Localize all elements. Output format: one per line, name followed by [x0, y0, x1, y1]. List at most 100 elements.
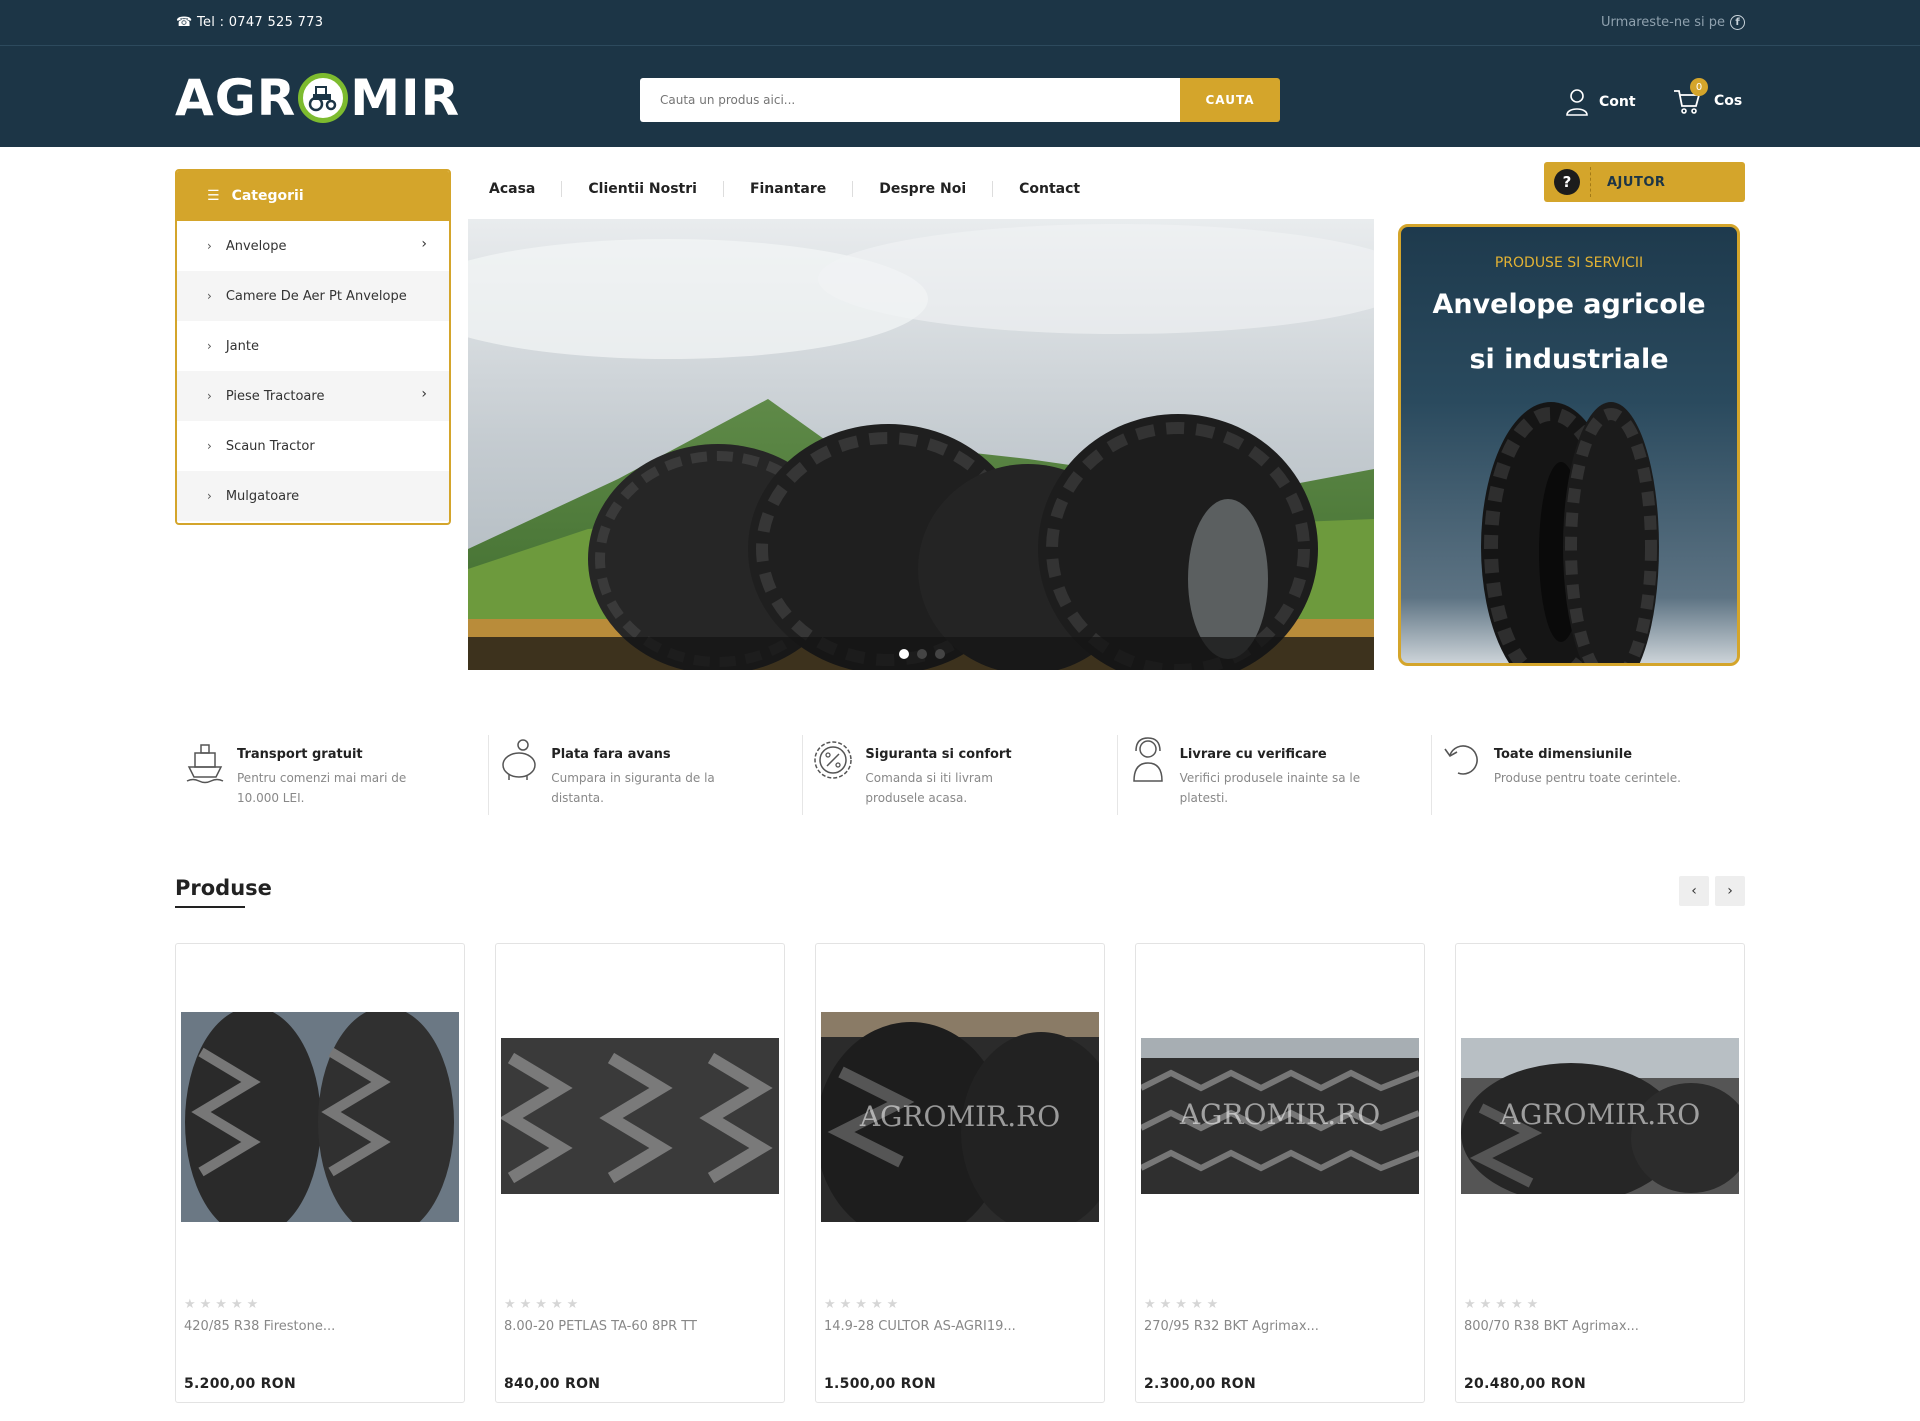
categories-header[interactable]: ☰ Categorii [177, 171, 449, 221]
nav-despre-noi[interactable]: Despre Noi [853, 181, 994, 197]
nav-clientii-nostri[interactable]: Clientii Nostri [562, 181, 724, 197]
feature-item: Toate dimensiunile Produse pentru toate … [1432, 735, 1745, 815]
phone-icon: ☎ [176, 15, 193, 30]
user-icon [1566, 89, 1588, 116]
product-name[interactable]: 800/70 R38 BKT Agrimax... [1464, 1319, 1639, 1334]
slider-dot-2[interactable] [917, 649, 927, 659]
feature-title: Toate dimensiunile [1493, 747, 1633, 762]
help-button[interactable]: ? AJUTOR [1544, 162, 1745, 202]
product-price: 1.500,00 RON [824, 1376, 936, 1392]
feature-item: Siguranta si confort Comanda si iti livr… [803, 735, 1118, 815]
product-name[interactable]: 8.00-20 PETLAS TA-60 8PR TT [504, 1319, 697, 1334]
categories-title: Categorii [231, 188, 304, 204]
carousel-next-button[interactable]: › [1715, 876, 1745, 906]
cart-link[interactable]: 0 Cos [1672, 78, 1743, 116]
main-header: AGR MIR CAUTA Cont 0 [0, 46, 1920, 147]
feature-desc: Produse pentru toate cerintele. [1493, 771, 1681, 785]
facebook-icon[interactable]: f [1730, 15, 1745, 30]
category-label: Piese Tractoare [225, 388, 325, 404]
product-image[interactable] [181, 1012, 459, 1222]
account-label: Cont [1599, 94, 1636, 110]
chevron-right-icon: › [207, 239, 212, 253]
product-image[interactable]: AGROMIR.RO [821, 1012, 1099, 1222]
divider [1590, 167, 1591, 197]
feature-desc: Verifici produsele inainte sa le platest… [1179, 771, 1361, 805]
chevron-right-icon: › [207, 339, 212, 353]
help-label: AJUTOR [1607, 174, 1666, 190]
product-price: 840,00 RON [504, 1376, 601, 1392]
tire-image [1481, 402, 1659, 663]
feature-item: Transport gratuit Pentru comenzi mai mar… [175, 735, 490, 815]
support-agent-icon [1132, 737, 1163, 782]
chevron-right-icon: › [207, 289, 212, 303]
tractor-logo-icon [298, 73, 349, 123]
category-label: Anvelope [225, 238, 287, 254]
product-price: 5.200,00 RON [184, 1376, 296, 1392]
product-image[interactable]: AGROMIR.RO [1141, 1038, 1419, 1194]
follow-text: Urmareste-ne si pe [1600, 15, 1725, 30]
category-item-piese[interactable]: › Piese Tractoare › [177, 371, 449, 421]
feature-desc: Cumpara in siguranta de la distanta. [551, 771, 715, 805]
phone-text: Tel : 0747 525 773 [196, 15, 324, 30]
product-image[interactable]: AGROMIR.RO [1461, 1038, 1739, 1194]
promo-title-line2: si industriale [1469, 344, 1669, 375]
carousel-prev-button[interactable]: ‹ [1679, 876, 1709, 906]
product-price: 2.300,00 RON [1144, 1376, 1256, 1392]
feature-title: Siguranta si confort [865, 747, 1012, 762]
social-follow: Urmareste-ne si pe f [1601, 15, 1745, 30]
cart-label: Cos [1714, 93, 1743, 109]
product-card[interactable]: AGROMIR.RO ★★★★★ 800/70 R38 BKT Agrimax.… [1455, 943, 1745, 1403]
category-item-mulgatoare[interactable]: › Mulgatoare [177, 471, 449, 521]
product-carousel: ★★★★★ 420/85 R38 Firestone... 5.200,00 R… [175, 943, 1745, 1403]
category-item-camere[interactable]: › Camere De Aer Pt Anvelope [177, 271, 449, 321]
submenu-arrow-icon: › [421, 236, 427, 252]
product-card[interactable]: ★★★★★ 420/85 R38 Firestone... 5.200,00 R… [175, 943, 465, 1403]
product-name[interactable]: 420/85 R38 Firestone... [184, 1319, 335, 1334]
nav-finantare[interactable]: Finantare [724, 181, 854, 197]
feature-title: Livrare cu verificare [1179, 747, 1327, 762]
ship-icon [186, 744, 224, 784]
search-bar: CAUTA [640, 78, 1280, 122]
chevron-right-icon: › [207, 389, 212, 403]
return-arrow-icon [1444, 745, 1478, 775]
phone-number[interactable]: ☎ Tel : 0747 525 773 [176, 15, 323, 30]
search-input[interactable] [640, 78, 1180, 122]
category-label: Mulgatoare [225, 488, 300, 504]
products-section-title: Produse [175, 876, 272, 900]
product-price: 20.480,00 RON [1464, 1376, 1586, 1392]
hamburger-icon: ☰ [207, 188, 220, 204]
nav-acasa[interactable]: Acasa [468, 181, 563, 197]
site-logo[interactable]: AGR MIR [175, 69, 461, 127]
section-underline [175, 906, 245, 908]
image-watermark: AGROMIR.RO [1499, 1098, 1701, 1131]
categories-menu: ☰ Categorii › Anvelope › › Camere De Aer… [175, 169, 451, 525]
promo-banner[interactable]: PRODUSE SI SERVICII Anvelope agricole si… [1398, 224, 1740, 666]
hero-slider[interactable] [468, 219, 1374, 670]
search-button[interactable]: CAUTA [1180, 78, 1280, 122]
feature-item: Livrare cu verificare Verifici produsele… [1118, 735, 1432, 815]
category-item-anvelope[interactable]: › Anvelope › [177, 221, 449, 271]
slider-dots [468, 637, 1374, 670]
product-name[interactable]: 14.9-28 CULTOR AS-AGRI19... [824, 1319, 1016, 1334]
feature-title: Plata fara avans [551, 747, 671, 762]
chevron-right-icon: › [207, 439, 212, 453]
main-nav: Acasa Clientii Nostri Finantare Despre N… [468, 176, 1106, 202]
product-card[interactable]: ★★★★★ 8.00-20 PETLAS TA-60 8PR TT 840,00… [495, 943, 785, 1403]
nav-contact[interactable]: Contact [993, 181, 1106, 197]
product-card[interactable]: AGROMIR.RO ★★★★★ 270/95 R32 BKT Agrimax.… [1135, 943, 1425, 1403]
cart-count-badge: 0 [1690, 78, 1708, 96]
slider-dot-1[interactable] [899, 649, 909, 659]
rating-stars: ★★★★★ [1144, 1297, 1223, 1312]
product-image[interactable] [501, 1038, 779, 1194]
image-watermark: AGROMIR.RO [1179, 1098, 1381, 1131]
category-item-scaun[interactable]: › Scaun Tractor [177, 421, 449, 471]
feature-title: Transport gratuit [237, 747, 363, 762]
product-card[interactable]: AGROMIR.RO ★★★★★ 14.9-28 CULTOR AS-AGRI1… [815, 943, 1105, 1403]
slider-dot-3[interactable] [935, 649, 945, 659]
image-watermark: AGROMIR.RO [859, 1100, 1061, 1133]
chevron-right-icon: › [207, 489, 212, 503]
account-link[interactable]: Cont [1565, 88, 1636, 116]
category-item-jante[interactable]: › Jante [177, 321, 449, 371]
product-name[interactable]: 270/95 R32 BKT Agrimax... [1144, 1319, 1319, 1334]
logo-text-right: MIR [350, 69, 461, 127]
